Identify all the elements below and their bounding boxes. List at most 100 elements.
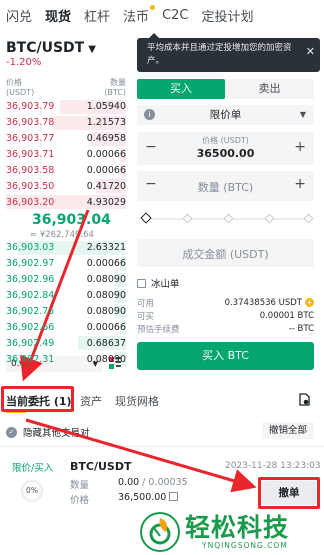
can-buy-row: 可买 0.00001 BTC (137, 309, 314, 322)
ask-price: 36,903.77 (6, 133, 55, 145)
fee-label: 预估手续费 (137, 324, 180, 335)
ask-price: 36,903.79 (6, 101, 55, 113)
ob-price-unit: (USDT) (6, 88, 35, 97)
plus-icon[interactable]: + (294, 176, 306, 192)
amount-slider[interactable] (140, 212, 314, 224)
buy-tab[interactable]: 买入 (137, 79, 225, 99)
total-field[interactable]: 成交金额 (USDT) (137, 239, 314, 267)
check-icon[interactable]: ✓ (6, 426, 17, 438)
order-qty-value: 0.00 / 0.00035 (118, 477, 188, 488)
slider-node-75[interactable] (264, 213, 275, 224)
tab-margin[interactable]: 杠杆 (84, 6, 110, 25)
slider-node-25[interactable] (182, 213, 193, 224)
plus-icon[interactable]: + (294, 139, 306, 155)
order-type-label: 限价/买入 (12, 463, 54, 474)
slider-node-100[interactable] (303, 213, 314, 224)
bid-price: 36,902.84 (6, 290, 55, 302)
watermark-text: 轻松科技 (185, 513, 290, 542)
order-history-icon[interactable] (299, 393, 310, 406)
tab-spot[interactable]: 现货 (45, 6, 71, 25)
chevron-down-icon: ▼ (299, 110, 306, 119)
order-type-select[interactable]: i 限价单 ▼ (137, 105, 314, 125)
amount-field[interactable]: − 数量 (BTC) + (137, 171, 314, 201)
bid-price: 36,902.31 (6, 353, 55, 365)
ask-row[interactable]: 36,903.20 4.93029 (6, 194, 126, 210)
price-change: -1.20% (6, 57, 42, 68)
amount-placeholder: 数量 (BTC) (197, 181, 254, 194)
ask-qty: 0.41720 (86, 180, 126, 192)
bid-row[interactable]: 36,902.66 0.00066 (6, 319, 126, 335)
ask-qty: 4.93029 (86, 196, 126, 208)
bid-qty: 0.00066 (86, 321, 126, 333)
orderbook-header: 价格 (USDT) 数量 (BTC) (6, 78, 126, 98)
ask-row[interactable]: 36,903.78 1.21573 (6, 115, 126, 131)
ask-price: 36,903.20 (6, 196, 55, 208)
ask-price: 36,903.78 (6, 117, 55, 129)
price-field-label: 价格 (USDT) (202, 136, 249, 145)
ask-row[interactable]: 36,903.71 0.00066 (6, 147, 126, 163)
tab-c2c[interactable]: C2C (162, 8, 188, 23)
pair-selector[interactable]: BTC/USDT ▼ (6, 40, 96, 56)
add-funds-icon[interactable]: + (305, 298, 314, 307)
revoke-order-button[interactable]: 撤单 (262, 481, 316, 505)
order-qty-label: 数量 (70, 480, 90, 491)
edit-icon[interactable] (169, 492, 179, 501)
orderbook-asks: 36,903.79 1.05940 36,903.78 1.21573 36,903.7… (6, 99, 126, 210)
sell-tab[interactable]: 卖出 (225, 79, 314, 99)
bid-row[interactable]: 36,902.84 0.08090 (6, 288, 126, 304)
ask-price: 36,903.50 (6, 180, 55, 192)
bid-price: 36,902.97 (6, 258, 55, 270)
total-placeholder: 成交金额 (USDT) (182, 248, 269, 261)
buy-sell-toggle: 买入 卖出 (137, 79, 314, 99)
ask-row[interactable]: 36,903.79 1.05940 (6, 99, 126, 115)
iceberg-checkbox[interactable] (137, 278, 146, 288)
iceberg-option[interactable]: 冰山单 (137, 276, 180, 290)
fee-row: 预估手续费 -- BTC (137, 322, 314, 335)
bid-row[interactable]: 36,902.75 0.08090 (6, 304, 126, 320)
ask-qty: 0.00066 (86, 165, 126, 176)
bid-row[interactable]: 36,902.96 0.08090 (6, 272, 126, 288)
order-type-value: 限价单 (209, 109, 242, 121)
order-time: 2023-11-28 13:23:03 (225, 461, 321, 471)
slider-node-0[interactable] (140, 212, 152, 224)
order-qty-filled: 0.00 (118, 477, 140, 488)
bid-price: 36,902.49 (6, 337, 55, 349)
available-label: 可用 (137, 298, 155, 309)
bid-qty: 0.08090 (86, 290, 126, 302)
cancel-all-button[interactable]: 撤销全部 (262, 422, 314, 439)
price-field-value: 36500.00 (196, 147, 255, 160)
buy-btc-button[interactable]: 买入 BTC (137, 342, 314, 370)
iceberg-label: 冰山单 (151, 279, 180, 290)
promo-banner: 平均成本并且通过定投增加您的加密资产。 ✕ (137, 33, 320, 72)
account-info: 可用 0.37438536 USDT + 可买 0.00001 BTC 预估手续费… (137, 296, 314, 335)
tab-fiat[interactable]: 法币 (123, 4, 156, 25)
ob-qty-title: 数量 (110, 78, 126, 87)
ask-row[interactable]: 36,903.77 0.46958 (6, 131, 126, 147)
tab-fiat-label: 法币 (123, 9, 150, 25)
order-price-label: 价格 (70, 495, 90, 506)
caret-down-icon: ▼ (88, 44, 96, 55)
order-price-value: 36,500.00 (118, 492, 167, 503)
tab-assets[interactable]: 资产 (80, 393, 102, 409)
fill-progress-ring: 0% (21, 480, 43, 502)
price-field[interactable]: − 价格 (USDT) 36500.00 + (137, 132, 314, 165)
available-value: 0.37438536 USDT (224, 297, 302, 308)
highlight-box-open-orders (1, 386, 74, 412)
ask-row[interactable]: 36,903.58 0.00066 (6, 163, 126, 179)
divider (0, 446, 324, 447)
bid-row[interactable]: 36,903.03 2.63321 (6, 240, 126, 256)
hide-others-option[interactable]: ✓ 隐藏其他交易对 (6, 425, 90, 439)
tab-convert[interactable]: 闪兑 (6, 6, 32, 25)
bid-row[interactable]: 36,902.49 0.68637 (6, 335, 126, 351)
can-buy-label: 可买 (137, 311, 155, 322)
info-icon[interactable]: i (144, 109, 155, 120)
tab-auto-invest[interactable]: 定投计划 (202, 6, 254, 25)
slider-node-50[interactable] (223, 213, 234, 224)
notification-dot (150, 4, 156, 10)
ask-row[interactable]: 36,903.50 0.41720 (6, 178, 126, 194)
ask-qty: 1.05940 (86, 101, 126, 113)
close-icon[interactable]: ✕ (306, 45, 315, 58)
bid-price: 36,903.03 (6, 242, 55, 254)
tab-spot-grid[interactable]: 现货网格 (115, 393, 159, 409)
bid-row[interactable]: 36,902.97 0.00066 (6, 256, 126, 272)
